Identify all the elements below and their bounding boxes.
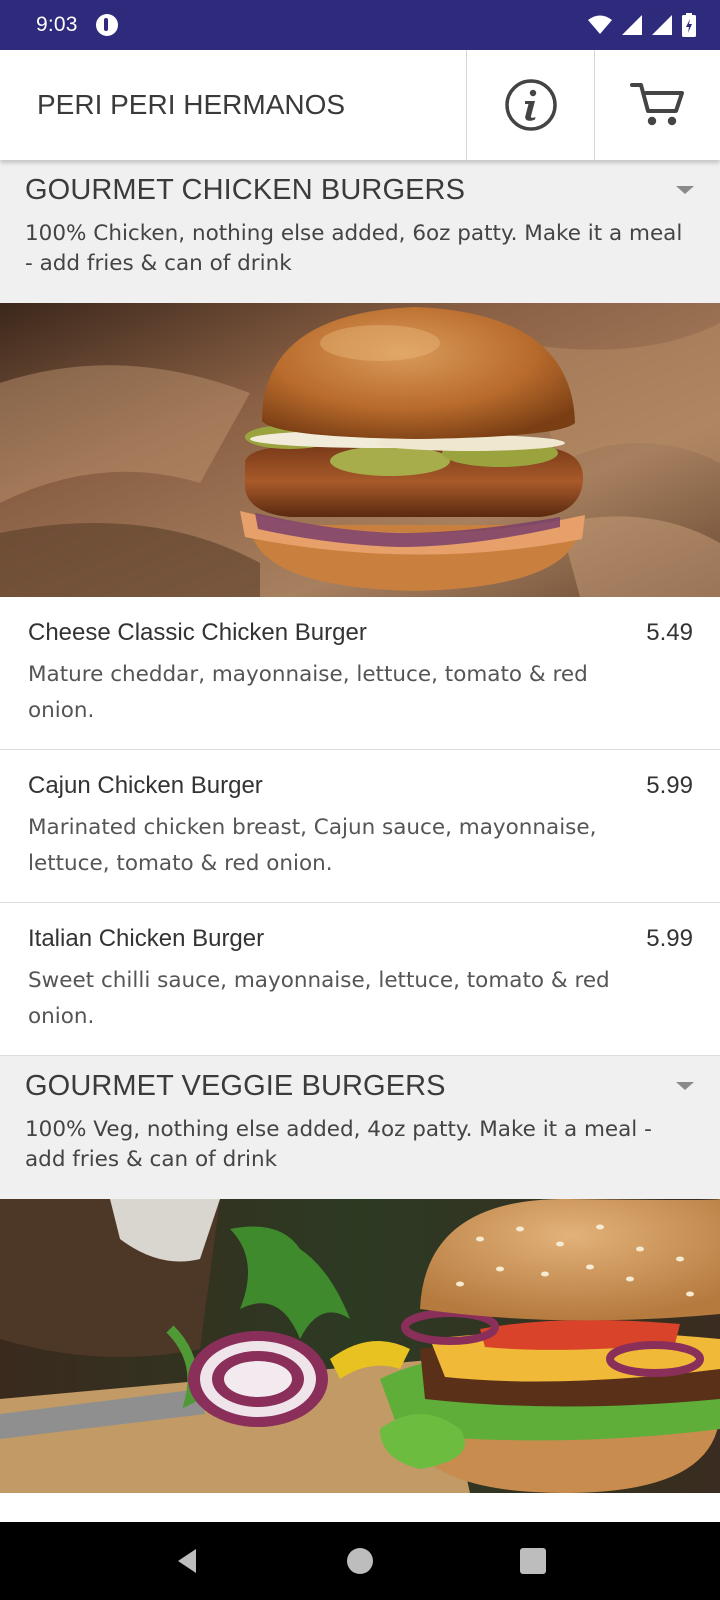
item-description: Mature cheddar, mayonnaise, lettuce, tom…: [28, 662, 588, 723]
category-title: GOURMET CHICKEN BURGERS: [25, 174, 466, 206]
item-price: 5.99: [646, 772, 693, 799]
item-name: Cheese Classic Chicken Burger: [28, 619, 367, 646]
battery-icon: [682, 13, 696, 37]
item-price: 5.49: [646, 619, 693, 646]
category-description: 100% Chicken, nothing else added, 6oz pa…: [25, 221, 683, 276]
cart-icon: [629, 83, 684, 126]
item-price: 5.99: [646, 925, 693, 952]
status-bar: 9:03: [0, 0, 720, 50]
app-bar: PERI PERI HERMANOS: [0, 50, 720, 160]
recents-icon[interactable]: [518, 1546, 548, 1576]
chevron-down-icon[interactable]: [676, 186, 694, 194]
back-icon[interactable]: [172, 1546, 202, 1576]
category-title: GOURMET VEGGIE BURGERS: [25, 1070, 446, 1102]
veggie-burger-photo: [0, 1199, 720, 1493]
category-description: 100% Veg, nothing else added, 4oz patty.…: [25, 1117, 652, 1172]
restaurant-title: PERI PERI HERMANOS: [37, 89, 346, 120]
info-icon: [504, 79, 557, 131]
chevron-down-icon[interactable]: [676, 1082, 694, 1090]
item-name: Cajun Chicken Burger: [28, 772, 263, 799]
status-time: 9:03: [36, 13, 78, 36]
item-description: Sweet chilli sauce, mayonnaise, lettuce,…: [28, 968, 610, 1029]
status-icons: [588, 13, 696, 37]
signal-icon: [622, 15, 642, 35]
chicken-burger-image: [0, 303, 720, 597]
item-description: Marinated chicken breast, Cajun sauce, m…: [28, 815, 597, 876]
category-header-chicken[interactable]: GOURMET CHICKEN BURGERS 100% Chicken, no…: [0, 160, 720, 303]
menu-item[interactable]: Italian Chicken Burger 5.99 Sweet chilli…: [0, 903, 720, 1056]
signal-icon-2: [652, 15, 672, 35]
wifi-icon: [588, 15, 612, 34]
info-button[interactable]: [466, 50, 594, 160]
system-nav-bar: [0, 1522, 720, 1600]
notification-icon: [95, 14, 118, 36]
menu-list[interactable]: GOURMET CHICKEN BURGERS 100% Chicken, no…: [0, 160, 720, 1522]
home-icon[interactable]: [345, 1546, 375, 1576]
cart-button[interactable]: [594, 50, 720, 160]
chicken-burger-photo: [0, 303, 720, 597]
item-name: Italian Chicken Burger: [28, 925, 265, 952]
menu-item[interactable]: Cajun Chicken Burger 5.99 Marinated chic…: [0, 750, 720, 903]
menu-item[interactable]: Cheese Classic Chicken Burger 5.49 Matur…: [0, 597, 720, 750]
veggie-burger-image: [0, 1199, 720, 1493]
category-header-veggie[interactable]: GOURMET VEGGIE BURGERS 100% Veg, nothing…: [0, 1056, 720, 1199]
